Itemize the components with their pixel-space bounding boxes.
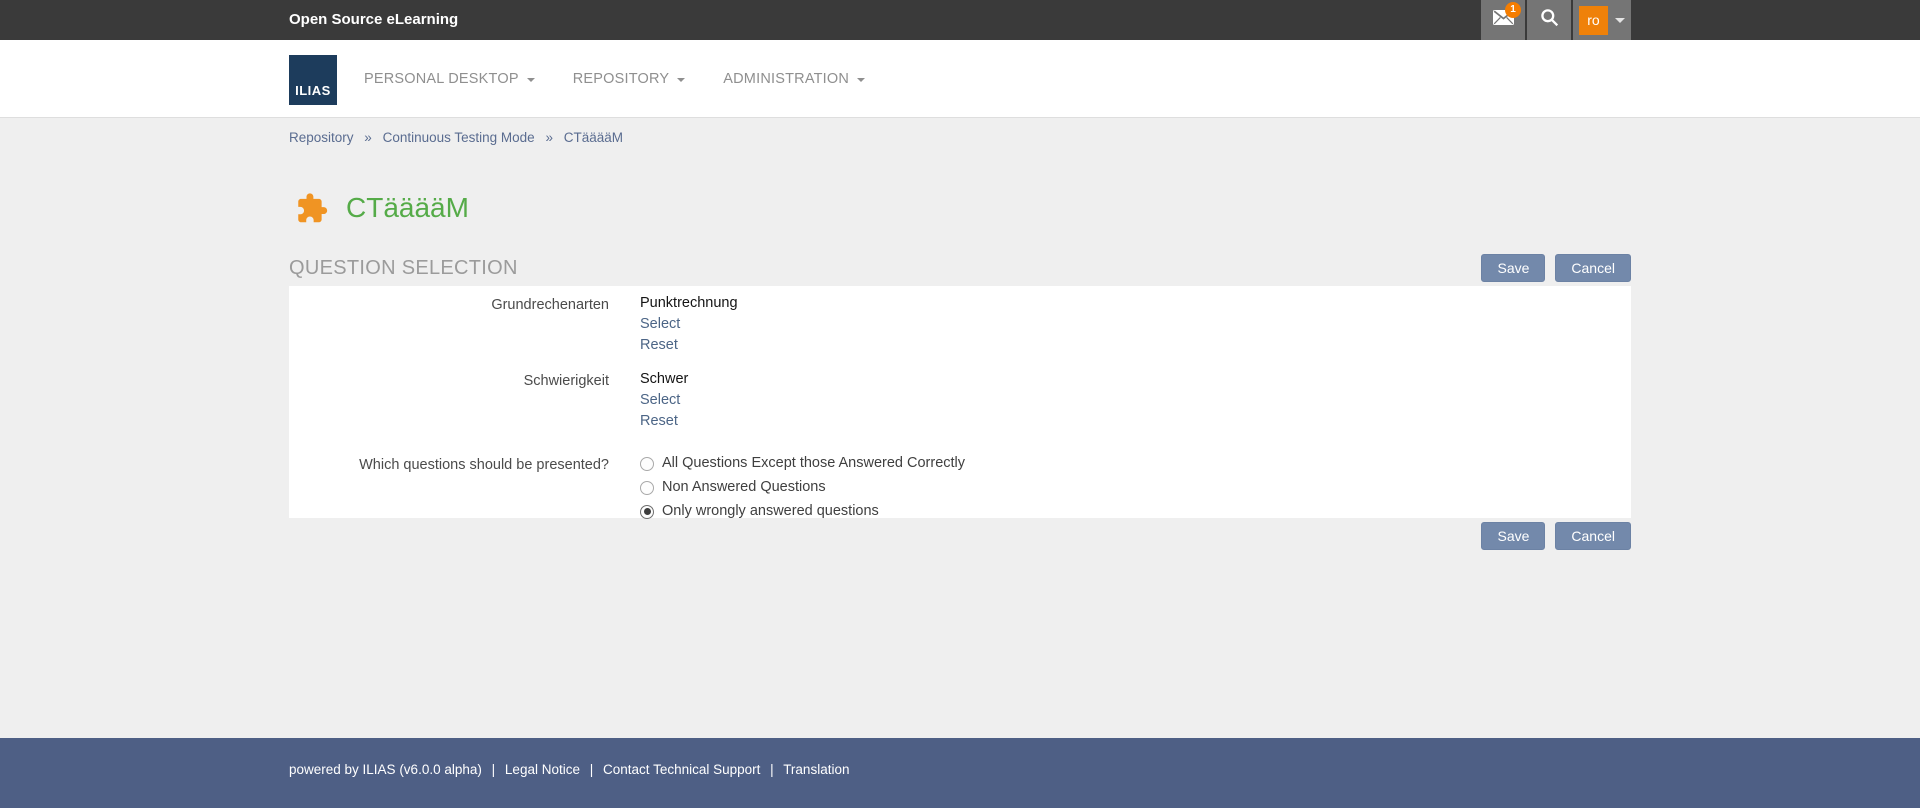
nav-repository[interactable]: REPOSITORY [573, 71, 686, 87]
radio-button-icon [640, 505, 654, 519]
radio-label: Only wrongly answered questions [662, 503, 879, 520]
nav-label: ADMINISTRATION [723, 71, 849, 87]
field-value: Punktrechnung [640, 295, 738, 311]
page-title: CTääääM [346, 192, 469, 224]
select-link[interactable]: Select [640, 316, 680, 332]
reset-link[interactable]: Reset [640, 413, 678, 429]
footer-separator: | [770, 762, 774, 777]
search-button[interactable] [1527, 0, 1571, 40]
form-row-schwierigkeit: Schwierigkeit Schwer Select Reset [289, 371, 1631, 434]
ilias-logo[interactable]: ILIAS [289, 55, 337, 105]
field-label: Grundrechenarten [289, 295, 609, 358]
top-bar: Open Source eLearning 1 ro [0, 0, 1920, 40]
contact-support-link[interactable]: Contact Technical Support [603, 762, 760, 777]
chevron-down-icon [1615, 18, 1625, 23]
chevron-down-icon [857, 78, 865, 82]
field-label: Which questions should be presented? [289, 455, 609, 527]
radio-only-wrongly-answered[interactable]: Only wrongly answered questions [640, 503, 965, 520]
nav-personal-desktop[interactable]: PERSONAL DESKTOP [364, 71, 535, 87]
mail-count-badge: 1 [1505, 2, 1521, 18]
cancel-button-bottom[interactable]: Cancel [1555, 522, 1631, 550]
top-action-buttons: Save Cancel [1481, 254, 1631, 282]
radio-button-icon [640, 481, 654, 495]
footer: powered by ILIAS (v6.0.0 alpha) | Legal … [0, 738, 1920, 808]
nav-administration[interactable]: ADMINISTRATION [723, 71, 865, 87]
radio-button-icon [640, 457, 654, 471]
footer-separator: | [590, 762, 594, 777]
radio-non-answered-questions[interactable]: Non Answered Questions [640, 479, 965, 496]
radio-label: All Questions Except those Answered Corr… [662, 455, 965, 472]
mail-button[interactable]: 1 [1481, 0, 1525, 40]
radio-all-questions-except-correct[interactable]: All Questions Except those Answered Corr… [640, 455, 965, 472]
chevron-down-icon [527, 78, 535, 82]
reset-link[interactable]: Reset [640, 337, 678, 353]
nav-label: REPOSITORY [573, 71, 670, 87]
form-row-question-presentation: Which questions should be presented? All… [289, 455, 1631, 527]
breadcrumb: Repository » Continuous Testing Mode » C… [289, 118, 1631, 150]
puzzle-icon [295, 192, 329, 225]
avatar: ro [1579, 6, 1608, 35]
save-button-bottom[interactable]: Save [1481, 522, 1545, 550]
breadcrumb-separator: » [545, 130, 553, 145]
field-value: Schwer [640, 371, 688, 387]
cancel-button[interactable]: Cancel [1555, 254, 1631, 282]
search-icon [1540, 8, 1559, 32]
select-link[interactable]: Select [640, 392, 680, 408]
legal-notice-link[interactable]: Legal Notice [505, 762, 580, 777]
chevron-down-icon [677, 78, 685, 82]
section-header-row: QUESTION SELECTION Save Cancel [289, 254, 1631, 282]
breadcrumb-separator: » [364, 130, 372, 145]
question-selection-form: Grundrechenarten Punktrechnung Select Re… [289, 286, 1631, 518]
footer-separator: | [492, 762, 496, 777]
page-title-row: CTääääM [289, 190, 1631, 226]
save-button[interactable]: Save [1481, 254, 1545, 282]
main-header: ILIAS PERSONAL DESKTOP REPOSITORY ADMINI… [0, 40, 1920, 118]
topbar-actions: 1 ro [1481, 0, 1631, 40]
section-title: QUESTION SELECTION [289, 257, 518, 280]
breadcrumb-repository[interactable]: Repository [289, 130, 354, 145]
user-menu-button[interactable]: ro [1573, 0, 1631, 40]
translation-link[interactable]: Translation [783, 762, 849, 777]
main-nav: PERSONAL DESKTOP REPOSITORY ADMINISTRATI… [364, 40, 903, 118]
radio-label: Non Answered Questions [662, 479, 826, 496]
field-label: Schwierigkeit [289, 371, 609, 434]
form-row-grundrechenarten: Grundrechenarten Punktrechnung Select Re… [289, 295, 1631, 358]
breadcrumb-current[interactable]: CTääääM [564, 130, 623, 145]
site-title: Open Source eLearning [289, 0, 458, 40]
powered-by-text: powered by ILIAS (v6.0.0 alpha) [289, 762, 482, 777]
nav-label: PERSONAL DESKTOP [364, 71, 519, 87]
breadcrumb-continuous-testing-mode[interactable]: Continuous Testing Mode [383, 130, 535, 145]
